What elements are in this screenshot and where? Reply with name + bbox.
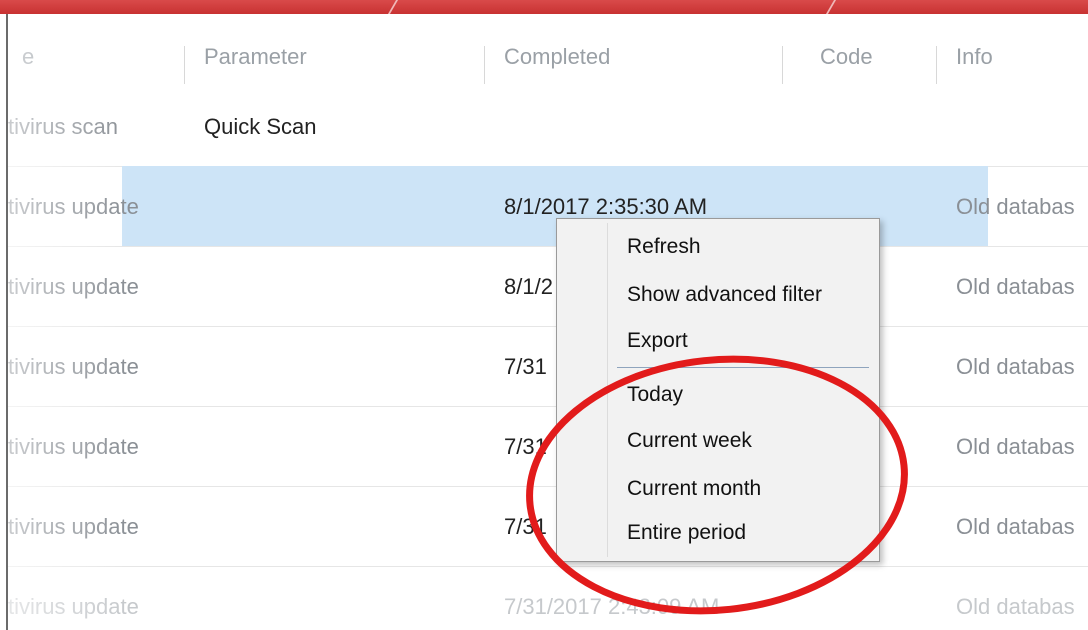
cell-type: tivirus update [8,274,139,299]
menu-item-current-month[interactable]: Current month [627,477,761,501]
table-row[interactable]: tivirus update 7/31 Old databas [8,326,1088,407]
header-type[interactable]: e [22,44,34,70]
menu-item-refresh[interactable]: Refresh [627,235,701,259]
cell-info: Old databas [956,274,1075,299]
cell-parameter: Quick Scan [204,114,317,139]
menu-item-show-advanced-filter[interactable]: Show advanced filter [627,283,822,307]
header-code[interactable]: Code [820,44,873,70]
column-separator [184,46,185,84]
title-bar-divider [387,0,399,14]
cell-info: Old databas [956,354,1075,379]
column-separator [782,46,783,84]
context-menu: Refresh Show advanced filter Export Toda… [556,218,880,562]
title-bar [0,0,1088,14]
table-row[interactable]: tivirus update 8/1/2 Old databas [8,246,1088,327]
menu-item-export[interactable]: Export [627,329,688,353]
header-info[interactable]: Info [956,44,993,70]
menu-item-current-week[interactable]: Current week [627,429,752,453]
table-row-selected[interactable]: tivirus update 8/1/2017 2:35:30 AM Old d… [8,166,1088,247]
menu-separator [617,367,869,368]
cell-completed: 8/1/2 [504,274,553,299]
cell-info: Old databas [956,434,1075,459]
cell-completed: 7/31/2017 2:43:09 AM [504,594,720,619]
cell-completed: 7/31 [504,514,547,539]
cell-completed: 8/1/2017 2:35:30 AM [504,194,708,219]
table-row[interactable]: tivirus scan Quick Scan [8,86,1088,167]
table-row[interactable]: tivirus update 7/31 Old databas [8,406,1088,487]
cell-completed: 7/31 [504,354,547,379]
title-bar-divider [825,0,837,14]
column-separator [936,46,937,84]
cell-completed: 7/31 [504,434,547,459]
cell-type: tivirus update [8,594,139,619]
table-row[interactable]: tivirus update 7/31 Old databas [8,486,1088,567]
cell-type: tivirus update [8,354,139,379]
cell-info: Old databas [956,594,1075,619]
header-completed[interactable]: Completed [504,44,610,70]
header-parameter[interactable]: Parameter [204,44,307,70]
cell-info: Old databas [956,514,1075,539]
cell-type: tivirus update [8,514,139,539]
cell-type: tivirus update [8,194,139,219]
menu-item-entire-period[interactable]: Entire period [627,521,746,545]
log-window: e Parameter Completed Code Info tivirus … [6,14,1088,630]
table-header: e Parameter Completed Code Info [8,14,1088,86]
cell-type: tivirus update [8,434,139,459]
cell-type: tivirus scan [8,114,119,139]
cell-info: Old databas [956,194,1075,219]
menu-icon-gutter [607,223,608,557]
table-row[interactable]: tivirus update 7/31/2017 2:43:09 AM Old … [8,566,1088,630]
menu-item-today[interactable]: Today [627,383,683,407]
column-separator [484,46,485,84]
